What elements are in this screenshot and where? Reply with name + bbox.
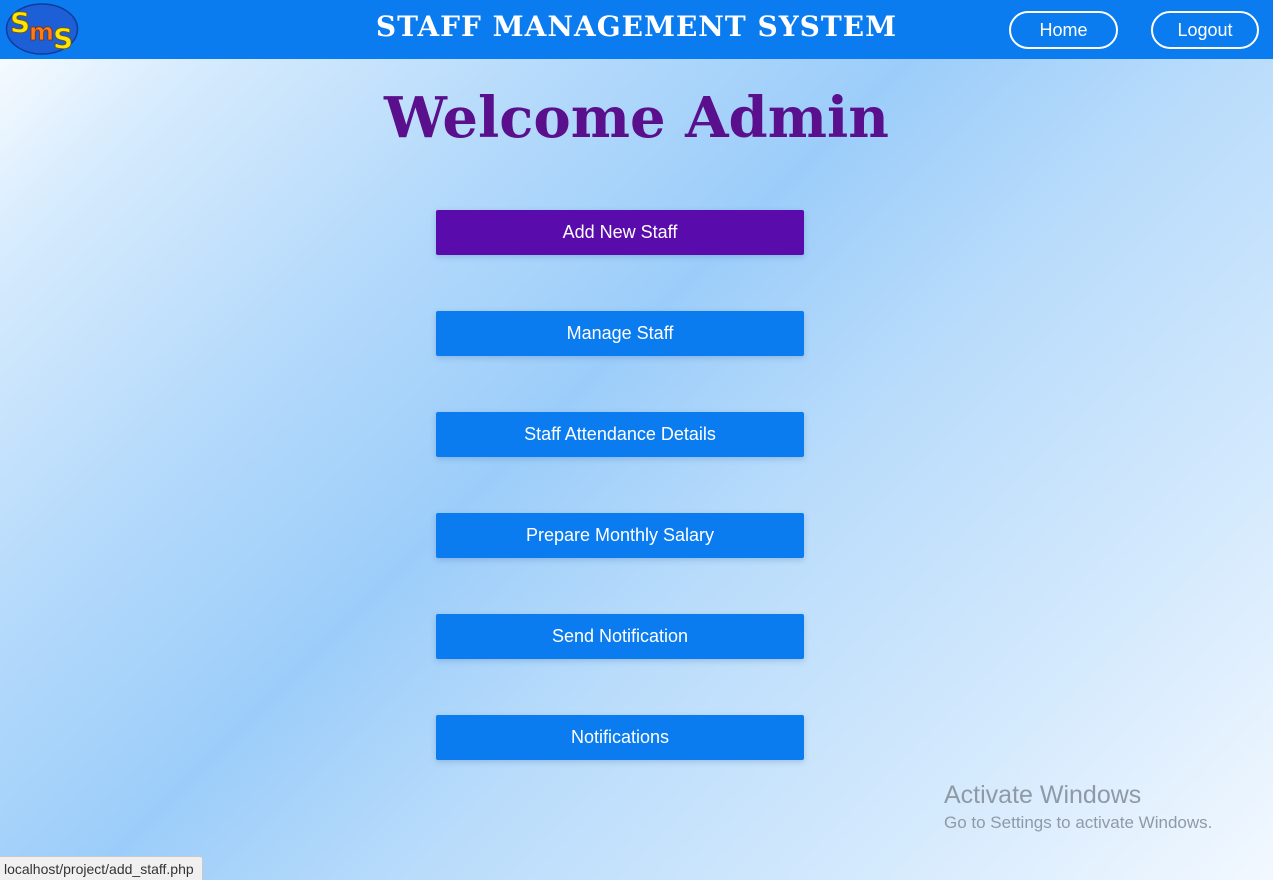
prepare-monthly-salary-button[interactable]: Prepare Monthly Salary <box>436 513 804 558</box>
send-notification-button[interactable]: Send Notification <box>436 614 804 659</box>
add-new-staff-button[interactable]: Add New Staff <box>436 210 804 255</box>
status-bar-url: localhost/project/add_staff.php <box>0 856 203 880</box>
page-title: Welcome Admin <box>384 85 889 151</box>
svg-text:S: S <box>53 22 73 55</box>
activate-windows-title: Activate Windows <box>944 781 1142 809</box>
activate-windows-subtitle: Go to Settings to activate Windows. <box>944 813 1213 832</box>
home-button[interactable]: Home <box>1009 11 1118 49</box>
top-header: S m S STAFF MANAGEMENT SYSTEM Home Logou… <box>0 0 1273 59</box>
svg-text:m: m <box>29 18 54 46</box>
sms-logo[interactable]: S m S <box>5 2 79 56</box>
svg-text:S: S <box>10 6 30 39</box>
manage-staff-button[interactable]: Manage Staff <box>436 311 804 356</box>
staff-attendance-details-button[interactable]: Staff Attendance Details <box>436 412 804 457</box>
notifications-button[interactable]: Notifications <box>436 715 804 760</box>
logout-button[interactable]: Logout <box>1151 11 1259 49</box>
activate-windows-watermark: Activate Windows Go to Settings to activ… <box>944 780 1212 836</box>
